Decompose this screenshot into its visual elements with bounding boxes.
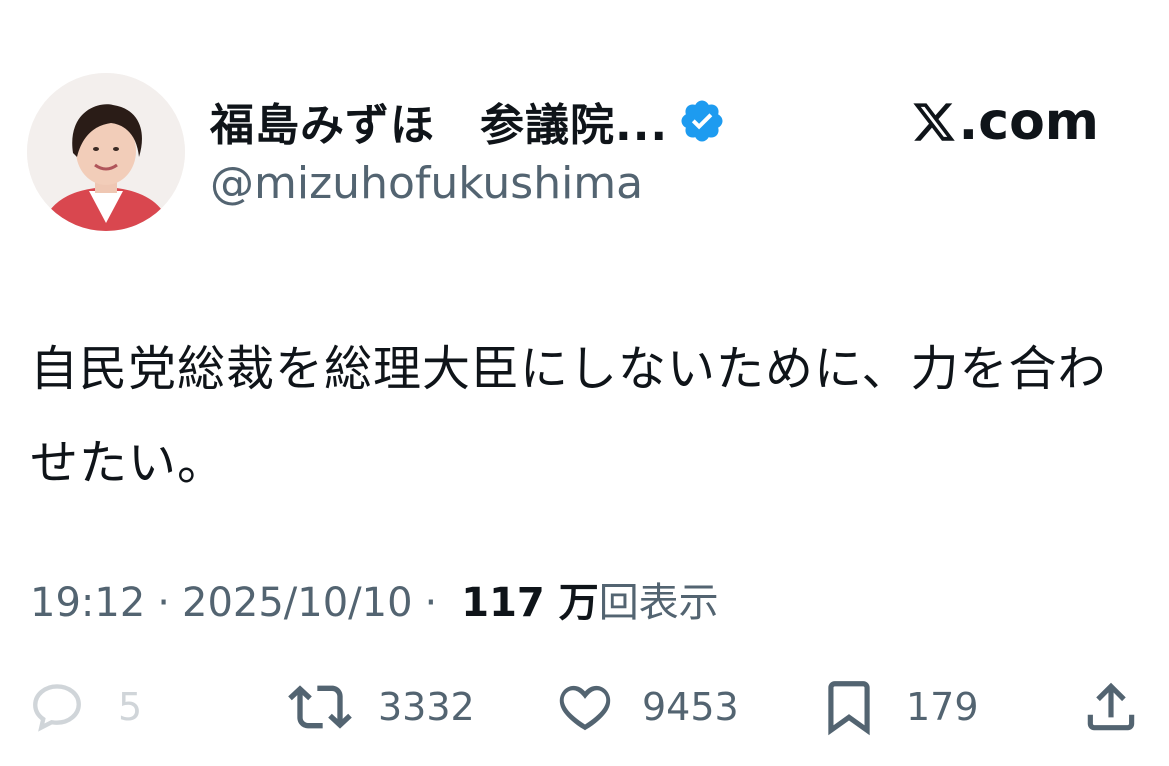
repost-count: 3332 xyxy=(378,685,475,729)
tweet-date[interactable]: 2025/10/10 xyxy=(182,580,413,626)
views-label: 回表示 xyxy=(598,580,719,626)
tweet-time[interactable]: 19:12 xyxy=(30,580,145,626)
share-button[interactable] xyxy=(1080,672,1142,742)
meta-separator: · xyxy=(157,580,170,626)
meta-separator: · xyxy=(424,580,438,626)
views-count: 117 万 xyxy=(461,580,599,626)
reply-count: 5 xyxy=(118,685,143,729)
author-display-name[interactable]: 福島みずほ 参議院... xyxy=(210,89,668,153)
bookmark-count: 179 xyxy=(906,685,979,729)
like-count: 9453 xyxy=(642,685,739,729)
tweet-text: 自民党総裁を総理大臣にしないために、力を合わせたい。 xyxy=(30,341,1107,491)
profile-photo xyxy=(27,73,185,231)
x-logo-icon xyxy=(912,103,955,141)
heart-icon xyxy=(559,685,611,731)
share-icon xyxy=(1087,682,1135,731)
tweet-meta: 19:12 · 2025/10/10 · 117 万 回表示 xyxy=(30,570,719,628)
reply-button[interactable]: 5 xyxy=(28,672,142,742)
like-button[interactable]: 9453 xyxy=(554,672,739,742)
action-bar: 5 3332 9453 179 xyxy=(0,672,1169,742)
repost-icon xyxy=(288,685,352,729)
author-name-row[interactable]: 福島みずほ 参議院... xyxy=(210,90,726,152)
repost-button[interactable]: 3332 xyxy=(288,672,475,742)
brand-watermark: .com xyxy=(911,92,1100,152)
verified-badge-icon xyxy=(678,97,726,145)
bookmark-button[interactable]: 179 xyxy=(818,672,979,742)
author-handle[interactable]: @mizuhofukushima xyxy=(210,158,643,209)
avatar[interactable] xyxy=(27,73,185,231)
brand-label: .com xyxy=(958,92,1100,152)
bookmark-icon xyxy=(828,681,870,736)
reply-icon xyxy=(33,684,81,732)
